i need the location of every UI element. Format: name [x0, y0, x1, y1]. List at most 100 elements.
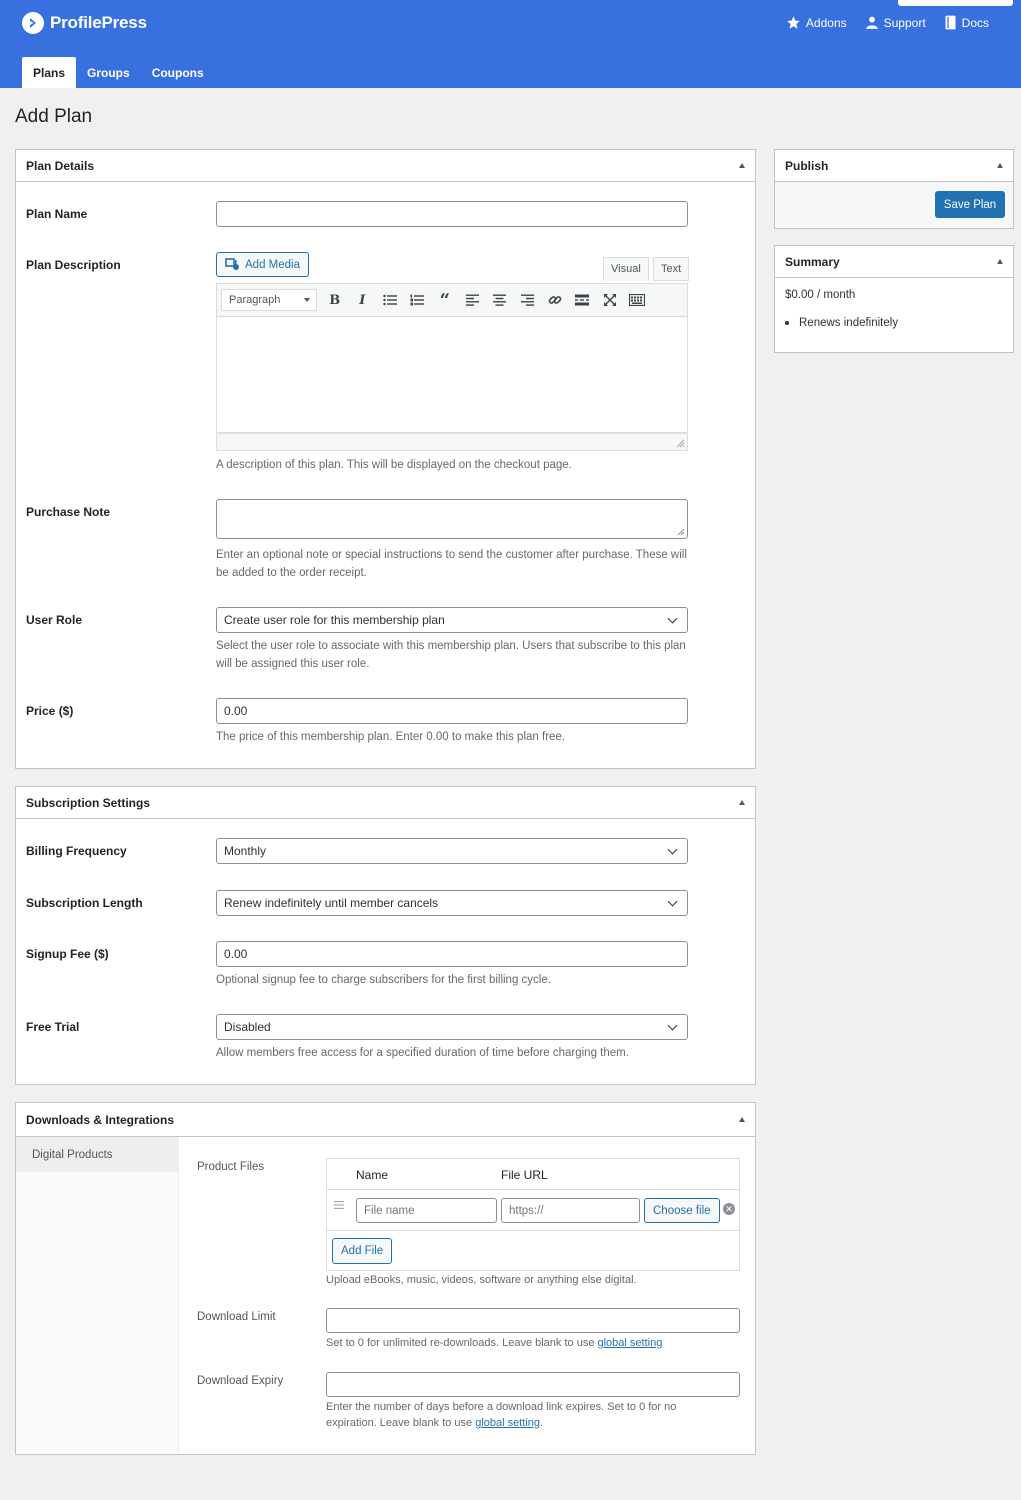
- billing-frequency-select[interactable]: Monthly: [216, 838, 688, 864]
- signup-fee-label: Signup Fee ($): [26, 947, 109, 961]
- product-files-table: Name File URL Choose file ✕ Add File: [326, 1158, 740, 1271]
- collapse-arrow-icon[interactable]: [997, 259, 1003, 264]
- align-center-icon[interactable]: [486, 288, 514, 312]
- format-value: Paragraph: [229, 294, 281, 306]
- brand[interactable]: ProfilePress: [22, 12, 147, 34]
- chevron-down-icon: [667, 896, 678, 906]
- page-title: Add Plan: [15, 106, 93, 127]
- remove-file-icon[interactable]: ✕: [723, 1203, 735, 1215]
- file-name-input[interactable]: [356, 1198, 497, 1223]
- resize-handle-icon[interactable]: [676, 439, 685, 448]
- addons-label: Addons: [805, 15, 847, 30]
- subscription-settings-header[interactable]: Subscription Settings: [16, 787, 755, 819]
- tab-text[interactable]: Text: [653, 257, 690, 281]
- subscription-length-select[interactable]: Renew indefinitely until member cancels: [216, 890, 688, 916]
- collapse-arrow-icon[interactable]: [739, 163, 745, 168]
- toolbar-toggle-icon[interactable]: [624, 288, 652, 312]
- free-trial-select[interactable]: Disabled: [216, 1014, 688, 1040]
- link-icon[interactable]: [541, 288, 569, 312]
- collapse-arrow-icon[interactable]: [739, 1117, 745, 1122]
- billing-frequency-value: Monthly: [224, 844, 267, 858]
- user-role-value: Create user role for this membership pla…: [224, 613, 445, 627]
- bullet-icon: [785, 321, 789, 325]
- tab-visual[interactable]: Visual: [603, 257, 649, 281]
- align-left-icon[interactable]: [459, 288, 487, 312]
- column-name-header: Name: [356, 1168, 389, 1182]
- drag-handle-icon[interactable]: [334, 1201, 344, 1209]
- downloads-integrations-header[interactable]: Downloads & Integrations: [16, 1103, 755, 1137]
- align-right-icon[interactable]: [514, 288, 542, 312]
- media-icon: [225, 257, 239, 270]
- subscription-settings-box: Subscription Settings Billing Frequency …: [15, 786, 756, 1085]
- editor-resize-bar[interactable]: [216, 433, 688, 451]
- summary-box: Summary $0.00 / month Renews indefinitel…: [774, 245, 1014, 353]
- download-limit-input[interactable]: [326, 1308, 740, 1333]
- publish-header[interactable]: Publish: [775, 150, 1013, 182]
- brand-name: ProfilePress: [50, 13, 147, 32]
- chevron-down-icon: [667, 613, 678, 623]
- user-icon: [865, 16, 878, 29]
- price-input[interactable]: 0.00: [216, 698, 688, 724]
- fullscreen-icon[interactable]: [596, 288, 624, 312]
- download-limit-label: Download Limit: [197, 1311, 276, 1323]
- add-file-button[interactable]: Add File: [332, 1238, 393, 1264]
- collapse-arrow-icon[interactable]: [997, 163, 1003, 168]
- downloads-integrations-title: Downloads & Integrations: [26, 1112, 175, 1127]
- downloads-integrations-box: Downloads & Integrations Digital Product…: [15, 1102, 756, 1455]
- numbered-list-icon[interactable]: [404, 288, 432, 312]
- summary-price: $0.00 / month: [785, 289, 856, 301]
- plan-name-label: Plan Name: [26, 207, 88, 221]
- free-trial-label: Free Trial: [26, 1020, 80, 1034]
- column-file-url-header: File URL: [501, 1168, 548, 1182]
- price-help: The price of this membership plan. Enter…: [216, 731, 566, 743]
- purchase-note-textarea[interactable]: [216, 499, 688, 539]
- collapse-arrow-icon[interactable]: [739, 800, 745, 805]
- price-label: Price ($): [26, 704, 74, 718]
- italic-icon[interactable]: I: [349, 288, 377, 312]
- blockquote-icon[interactable]: “: [431, 288, 459, 312]
- read-more-icon[interactable]: [569, 288, 597, 312]
- tab-coupons[interactable]: Coupons: [141, 57, 215, 88]
- plan-description-help: A description of this plan. This will be…: [216, 459, 572, 471]
- signup-fee-input[interactable]: 0.00: [216, 941, 688, 967]
- bold-icon[interactable]: B: [321, 288, 349, 312]
- docs-label: Docs: [961, 15, 989, 30]
- resize-handle-icon[interactable]: [677, 528, 685, 536]
- format-select[interactable]: Paragraph: [221, 289, 317, 311]
- header-links: Addons Support Docs: [786, 15, 989, 30]
- product-files-help: Upload eBooks, music, videos, software o…: [326, 1274, 637, 1286]
- star-icon: [787, 16, 800, 29]
- download-expiry-help-suffix: .: [540, 1417, 544, 1429]
- choose-file-label: Choose file: [653, 1204, 711, 1217]
- summary-header[interactable]: Summary: [775, 246, 1013, 278]
- signup-fee-help: Optional signup fee to charge subscriber…: [216, 974, 551, 986]
- purchase-note-help-1: Enter an optional note or special instru…: [216, 549, 687, 561]
- choose-file-button[interactable]: Choose file: [644, 1198, 720, 1223]
- purchase-note-help-2: be added to the order receipt.: [216, 567, 367, 579]
- editor-toolbar: Paragraph B I “: [216, 283, 688, 317]
- plan-name-input[interactable]: [216, 201, 688, 227]
- global-setting-link[interactable]: global setting: [475, 1417, 540, 1429]
- profilepress-logo-icon: [22, 12, 44, 34]
- description-editor[interactable]: [216, 317, 688, 433]
- tab-digital-products[interactable]: Digital Products: [16, 1137, 179, 1172]
- global-setting-link[interactable]: global setting: [598, 1337, 663, 1349]
- nav-tabs: Plans Groups Coupons: [22, 57, 215, 88]
- add-media-button[interactable]: Add Media: [216, 252, 309, 277]
- tab-plans[interactable]: Plans: [22, 57, 77, 88]
- chevron-down-icon: [667, 844, 678, 854]
- subscription-settings-title: Subscription Settings: [26, 795, 151, 810]
- addons-link[interactable]: Addons: [786, 15, 847, 30]
- docs-link[interactable]: Docs: [944, 15, 989, 30]
- bullet-list-icon[interactable]: [376, 288, 404, 312]
- file-url-input[interactable]: [501, 1198, 640, 1223]
- subscription-length-label: Subscription Length: [26, 896, 143, 910]
- save-plan-button[interactable]: Save Plan: [935, 191, 1005, 218]
- tab-groups[interactable]: Groups: [76, 57, 141, 88]
- chevron-down-icon: [667, 1020, 678, 1030]
- top-header: ProfilePress Addons Support Docs Plans G…: [0, 0, 1021, 88]
- download-expiry-input[interactable]: [326, 1372, 740, 1397]
- plan-details-header[interactable]: Plan Details: [16, 150, 755, 182]
- user-role-select[interactable]: Create user role for this membership pla…: [216, 607, 688, 633]
- support-link[interactable]: Support: [865, 15, 926, 30]
